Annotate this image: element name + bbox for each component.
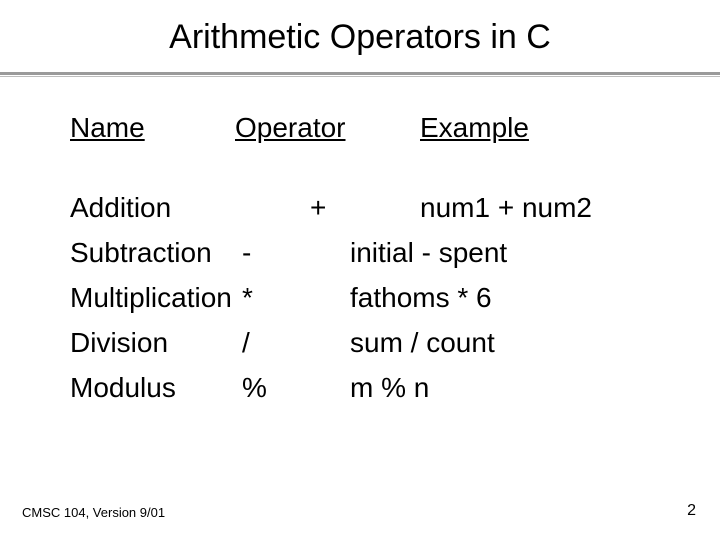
cell-operator: + <box>310 185 370 230</box>
cell-name: Division <box>70 320 168 365</box>
cell-operator: / <box>242 320 302 365</box>
table-body: Addition + num1 + num2 Subtraction - ini… <box>0 185 720 410</box>
cell-example: num1 + num2 <box>420 185 592 230</box>
header-operator: Operator <box>235 112 346 144</box>
cell-example: fathoms * 6 <box>350 275 492 320</box>
slide: Arithmetic Operators in C Name Operator … <box>0 0 720 540</box>
table-row: Modulus % m % n <box>0 365 720 410</box>
cell-operator: - <box>242 230 302 275</box>
footer-page-number: 2 <box>687 502 696 520</box>
cell-example: sum / count <box>350 320 495 365</box>
header-name: Name <box>70 112 145 144</box>
slide-title: Arithmetic Operators in C <box>0 18 720 57</box>
horizontal-rule <box>0 72 720 78</box>
cell-name: Modulus <box>70 365 176 410</box>
header-example: Example <box>420 112 529 144</box>
table-row: Subtraction - initial - spent <box>0 230 720 275</box>
table-row: Division / sum / count <box>0 320 720 365</box>
cell-example: m % n <box>350 365 429 410</box>
cell-name: Multiplication <box>70 275 232 320</box>
footer-course: CMSC 104, Version 9/01 <box>22 505 165 520</box>
cell-name: Addition <box>70 185 171 230</box>
table-row: Multiplication * fathoms * 6 <box>0 275 720 320</box>
cell-example: initial - spent <box>350 230 507 275</box>
cell-operator: % <box>242 365 302 410</box>
cell-operator: * <box>242 275 302 320</box>
table-row: Addition + num1 + num2 <box>0 185 720 230</box>
cell-name: Subtraction <box>70 230 212 275</box>
